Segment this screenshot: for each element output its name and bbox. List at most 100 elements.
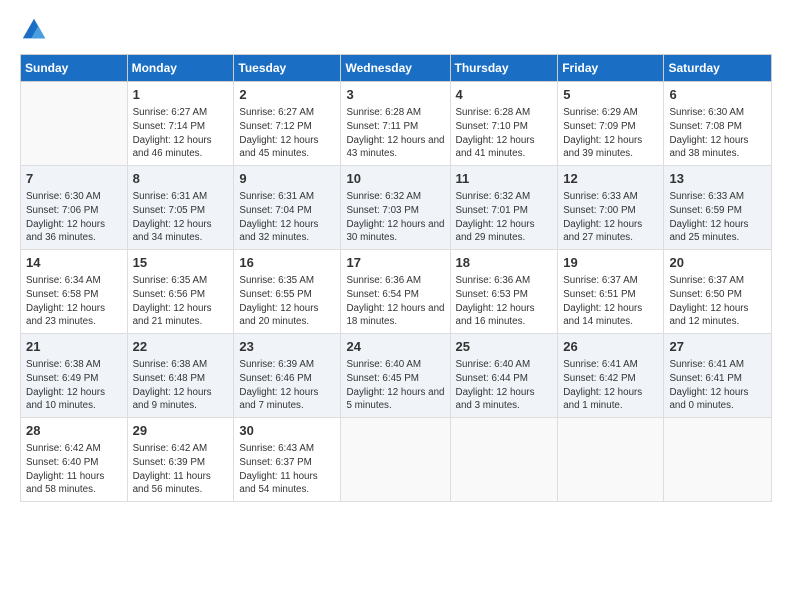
col-header-thursday: Thursday xyxy=(450,55,558,82)
calendar-cell: 2 Sunrise: 6:27 AMSunset: 7:12 PMDaylight… xyxy=(234,82,341,166)
day-info: Sunrise: 6:35 AMSunset: 6:56 PMDaylight:… xyxy=(133,274,229,329)
calendar: SundayMondayTuesdayWednesdayThursdayFrid… xyxy=(20,54,772,502)
calendar-cell: 14 Sunrise: 6:34 AMSunset: 6:58 PMDayligh… xyxy=(21,250,128,334)
day-info: Sunrise: 6:37 AMSunset: 6:51 PMDaylight:… xyxy=(563,274,658,329)
calendar-cell: 15 Sunrise: 6:35 AMSunset: 6:56 PMDayligh… xyxy=(127,250,234,334)
calendar-cell: 12Sunrise: 6:33 AMSunset: 7:00 PMDayligh… xyxy=(558,166,664,250)
calendar-cell: 7 Sunrise: 6:30 AMSunset: 7:06 PMDaylight… xyxy=(21,166,128,250)
col-header-wednesday: Wednesday xyxy=(341,55,450,82)
calendar-cell: 11 Sunrise: 6:32 AMSunset: 7:01 PMDayligh… xyxy=(450,166,558,250)
day-info: Sunrise: 6:38 AMSunset: 6:49 PMDaylight:… xyxy=(26,358,122,413)
calendar-cell: 20 Sunrise: 6:37 AMSunset: 6:50 PMDayligh… xyxy=(664,250,772,334)
day-number: 24 xyxy=(346,338,444,356)
day-number: 11 xyxy=(456,170,553,188)
day-number: 27 xyxy=(669,338,766,356)
day-info: Sunrise: 6:36 AMSunset: 6:54 PMDaylight:… xyxy=(346,274,444,329)
day-info: Sunrise: 6:28 AMSunset: 7:11 PMDaylight:… xyxy=(346,106,444,161)
day-info: Sunrise: 6:32 AMSunset: 7:03 PMDaylight:… xyxy=(346,190,444,245)
calendar-cell: 9 Sunrise: 6:31 AMSunset: 7:04 PMDaylight… xyxy=(234,166,341,250)
day-number: 20 xyxy=(669,254,766,272)
day-info: Sunrise: 6:38 AMSunset: 6:48 PMDaylight:… xyxy=(133,358,229,413)
day-info: Sunrise: 6:40 AMSunset: 6:44 PMDaylight:… xyxy=(456,358,553,413)
calendar-cell: 27 Sunrise: 6:41 AMSunset: 6:41 PMDayligh… xyxy=(664,334,772,418)
day-number: 22 xyxy=(133,338,229,356)
calendar-cell: 18 Sunrise: 6:36 AMSunset: 6:53 PMDayligh… xyxy=(450,250,558,334)
day-number: 30 xyxy=(239,422,335,440)
day-number: 12 xyxy=(563,170,658,188)
day-info: Sunrise: 6:32 AMSunset: 7:01 PMDaylight:… xyxy=(456,190,553,245)
day-info: Sunrise: 6:40 AMSunset: 6:45 PMDaylight:… xyxy=(346,358,444,413)
week-row-2: 7 Sunrise: 6:30 AMSunset: 7:06 PMDaylight… xyxy=(21,166,772,250)
day-number: 8 xyxy=(133,170,229,188)
day-info: Sunrise: 6:35 AMSunset: 6:55 PMDaylight:… xyxy=(239,274,335,329)
day-info: Sunrise: 6:31 AMSunset: 7:04 PMDaylight:… xyxy=(239,190,335,245)
day-number: 28 xyxy=(26,422,122,440)
calendar-header-row: SundayMondayTuesdayWednesdayThursdayFrid… xyxy=(21,55,772,82)
col-header-sunday: Sunday xyxy=(21,55,128,82)
calendar-cell: 23 Sunrise: 6:39 AMSunset: 6:46 PMDayligh… xyxy=(234,334,341,418)
week-row-4: 21 Sunrise: 6:38 AMSunset: 6:49 PMDayligh… xyxy=(21,334,772,418)
day-info: Sunrise: 6:41 AMSunset: 6:42 PMDaylight:… xyxy=(563,358,658,413)
day-info: Sunrise: 6:30 AMSunset: 7:08 PMDaylight:… xyxy=(669,106,766,161)
day-number: 16 xyxy=(239,254,335,272)
calendar-cell xyxy=(664,418,772,502)
day-info: Sunrise: 6:42 AMSunset: 6:40 PMDaylight:… xyxy=(26,442,122,497)
day-number: 14 xyxy=(26,254,122,272)
calendar-cell: 17 Sunrise: 6:36 AMSunset: 6:54 PMDayligh… xyxy=(341,250,450,334)
day-info: Sunrise: 6:42 AMSunset: 6:39 PMDaylight:… xyxy=(133,442,229,497)
col-header-friday: Friday xyxy=(558,55,664,82)
calendar-cell: 5Sunrise: 6:29 AMSunset: 7:09 PMDaylight… xyxy=(558,82,664,166)
day-number: 26 xyxy=(563,338,658,356)
calendar-cell: 26 Sunrise: 6:41 AMSunset: 6:42 PMDayligh… xyxy=(558,334,664,418)
calendar-cell xyxy=(21,82,128,166)
day-info: Sunrise: 6:34 AMSunset: 6:58 PMDaylight:… xyxy=(26,274,122,329)
day-number: 7 xyxy=(26,170,122,188)
day-number: 3 xyxy=(346,86,444,104)
week-row-3: 14 Sunrise: 6:34 AMSunset: 6:58 PMDayligh… xyxy=(21,250,772,334)
day-info: Sunrise: 6:30 AMSunset: 7:06 PMDaylight:… xyxy=(26,190,122,245)
header xyxy=(20,16,772,44)
day-info: Sunrise: 6:37 AMSunset: 6:50 PMDaylight:… xyxy=(669,274,766,329)
calendar-cell: 3 Sunrise: 6:28 AMSunset: 7:11 PMDaylight… xyxy=(341,82,450,166)
day-info: Sunrise: 6:28 AMSunset: 7:10 PMDaylight:… xyxy=(456,106,553,161)
day-info: Sunrise: 6:36 AMSunset: 6:53 PMDaylight:… xyxy=(456,274,553,329)
day-number: 6 xyxy=(669,86,766,104)
day-number: 1 xyxy=(133,86,229,104)
day-info: Sunrise: 6:43 AMSunset: 6:37 PMDaylight:… xyxy=(239,442,335,497)
calendar-cell: 28 Sunrise: 6:42 AMSunset: 6:40 PMDayligh… xyxy=(21,418,128,502)
week-row-1: 1 Sunrise: 6:27 AMSunset: 7:14 PMDaylight… xyxy=(21,82,772,166)
day-number: 21 xyxy=(26,338,122,356)
day-number: 15 xyxy=(133,254,229,272)
day-info: Sunrise: 6:41 AMSunset: 6:41 PMDaylight:… xyxy=(669,358,766,413)
day-info: Sunrise: 6:31 AMSunset: 7:05 PMDaylight:… xyxy=(133,190,229,245)
day-number: 4 xyxy=(456,86,553,104)
calendar-cell: 29Sunrise: 6:42 AMSunset: 6:39 PMDayligh… xyxy=(127,418,234,502)
calendar-cell: 6 Sunrise: 6:30 AMSunset: 7:08 PMDaylight… xyxy=(664,82,772,166)
col-header-saturday: Saturday xyxy=(664,55,772,82)
calendar-cell: 16 Sunrise: 6:35 AMSunset: 6:55 PMDayligh… xyxy=(234,250,341,334)
calendar-cell: 21 Sunrise: 6:38 AMSunset: 6:49 PMDayligh… xyxy=(21,334,128,418)
week-row-5: 28 Sunrise: 6:42 AMSunset: 6:40 PMDayligh… xyxy=(21,418,772,502)
day-number: 23 xyxy=(239,338,335,356)
day-info: Sunrise: 6:27 AMSunset: 7:12 PMDaylight:… xyxy=(239,106,335,161)
day-number: 2 xyxy=(239,86,335,104)
calendar-cell xyxy=(450,418,558,502)
calendar-cell: 22 Sunrise: 6:38 AMSunset: 6:48 PMDayligh… xyxy=(127,334,234,418)
calendar-cell: 25Sunrise: 6:40 AMSunset: 6:44 PMDayligh… xyxy=(450,334,558,418)
calendar-cell: 13 Sunrise: 6:33 AMSunset: 6:59 PMDayligh… xyxy=(664,166,772,250)
day-number: 18 xyxy=(456,254,553,272)
day-info: Sunrise: 6:39 AMSunset: 6:46 PMDaylight:… xyxy=(239,358,335,413)
day-number: 13 xyxy=(669,170,766,188)
day-number: 9 xyxy=(239,170,335,188)
col-header-tuesday: Tuesday xyxy=(234,55,341,82)
day-number: 10 xyxy=(346,170,444,188)
day-info: Sunrise: 6:33 AMSunset: 6:59 PMDaylight:… xyxy=(669,190,766,245)
day-info: Sunrise: 6:27 AMSunset: 7:14 PMDaylight:… xyxy=(133,106,229,161)
day-number: 17 xyxy=(346,254,444,272)
day-number: 19 xyxy=(563,254,658,272)
calendar-cell: 10 Sunrise: 6:32 AMSunset: 7:03 PMDayligh… xyxy=(341,166,450,250)
calendar-cell: 19 Sunrise: 6:37 AMSunset: 6:51 PMDayligh… xyxy=(558,250,664,334)
calendar-cell: 24 Sunrise: 6:40 AMSunset: 6:45 PMDayligh… xyxy=(341,334,450,418)
calendar-cell: 4 Sunrise: 6:28 AMSunset: 7:10 PMDaylight… xyxy=(450,82,558,166)
page: SundayMondayTuesdayWednesdayThursdayFrid… xyxy=(0,0,792,612)
